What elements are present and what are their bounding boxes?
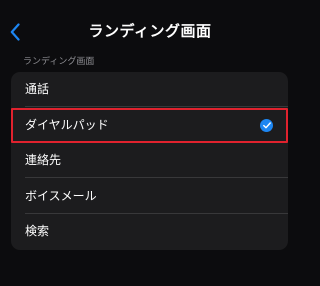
row-separator — [25, 177, 288, 178]
option-label: ダイヤルパッド — [25, 118, 109, 132]
option-label: ボイスメール — [25, 189, 97, 203]
option-row-voicemail[interactable]: ボイスメール — [11, 179, 288, 214]
section-header: ランディング画面 — [23, 57, 95, 67]
row-separator — [25, 106, 288, 107]
bottom-area — [0, 250, 300, 286]
option-label: 検索 — [25, 224, 50, 238]
option-row-search[interactable]: 検索 — [11, 214, 288, 249]
option-label: 通話 — [25, 82, 50, 96]
page-title: ランディング画面 — [88, 22, 212, 40]
checkmark-circle-icon — [260, 119, 273, 132]
option-row-contacts[interactable]: 連絡先 — [11, 143, 288, 178]
landing-screen-options-list: 通話 ダイヤルパッド 連絡先 ボイスメール 検索 — [11, 72, 288, 250]
option-label: 連絡先 — [25, 153, 62, 167]
option-row-calls[interactable]: 通話 — [11, 72, 288, 107]
option-row-dialpad[interactable]: ダイヤルパッド — [11, 108, 288, 143]
navigation-bar: ランディング画面 — [0, 0, 300, 64]
